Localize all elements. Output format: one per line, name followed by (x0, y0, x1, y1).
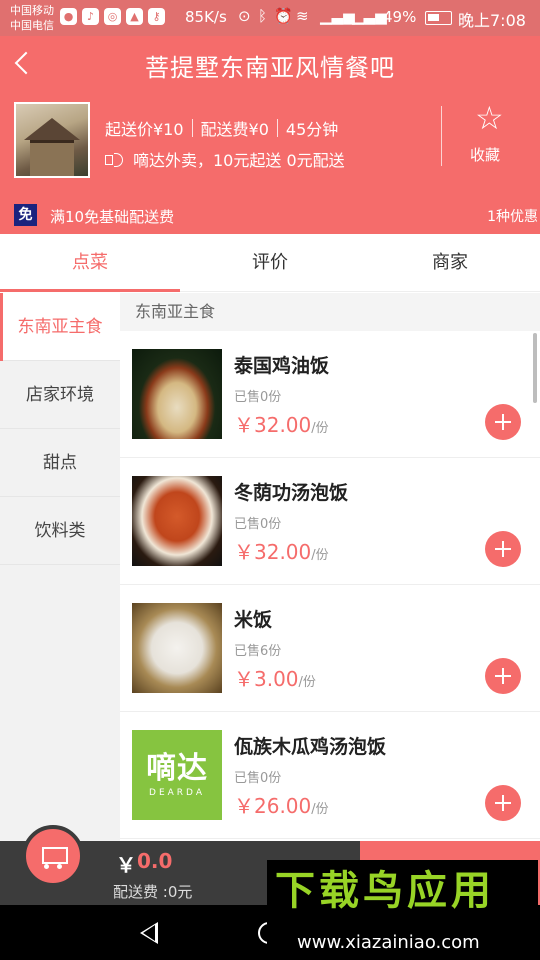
watermark-url: www.xiazainiao.com (297, 932, 480, 953)
tab-bar: 点菜 评价 商家 (0, 234, 540, 292)
delivery-fee: 配送费¥0 (200, 120, 269, 139)
notification-icons: ● ♪ ◎ ▲ ⚷ (60, 8, 165, 25)
cart-total: 0.0 (137, 849, 173, 873)
food-price: ￥32.00/份 (234, 409, 329, 438)
favorite-button[interactable]: 收藏 (470, 144, 500, 165)
speaker-icon (105, 150, 127, 168)
add-to-cart-button[interactable] (485, 531, 521, 567)
carrier-1: 中国移动 (10, 4, 54, 17)
food-image-logo[interactable]: 嘀达 DEARDA (132, 730, 222, 820)
food-name: 佤族木瓜鸡汤泡饭 (234, 736, 387, 758)
logo-text: 嘀达 (146, 751, 208, 786)
food-sold: 已售0份 (234, 517, 282, 532)
tiktok-icon: ♪ (82, 8, 99, 25)
nav-back-icon[interactable] (140, 922, 158, 944)
signal-2-icon: ▁▃▅ (352, 7, 387, 25)
food-item[interactable]: 冬荫功汤泡饭 已售0份 ￥32.00/份 (120, 458, 540, 585)
logo-subtext: DEARDA (149, 788, 205, 798)
camera-icon: ◎ (104, 8, 121, 25)
bluetooth-icon: ᛒ (258, 7, 268, 25)
message-icon: ● (60, 8, 77, 25)
category-item[interactable]: 店家环境 (0, 361, 120, 429)
section-title: 东南亚主食 (120, 293, 540, 331)
food-sold: 已售0份 (234, 771, 282, 786)
battery-icon (425, 11, 452, 25)
food-name: 米饭 (234, 609, 273, 631)
price-unit: /份 (298, 675, 316, 690)
divider (191, 119, 193, 137)
scrollbar[interactable] (533, 333, 537, 403)
star-icon[interactable]: ☆ (475, 102, 504, 134)
carrier-2: 中国电信 (10, 19, 54, 32)
price-unit: /份 (311, 548, 329, 563)
category-sidebar: 东南亚主食 店家环境 甜点 饮料类 (0, 293, 120, 841)
divider (441, 106, 442, 166)
watermark: 下载鸟应用 www.xiazainiao.com (267, 860, 538, 958)
price-unit: /份 (311, 421, 329, 436)
food-name: 冬荫功汤泡饭 (234, 482, 349, 504)
network-speed: 85K/s (185, 8, 227, 26)
carrier-info: 中国移动 中国电信 (10, 3, 54, 33)
food-image[interactable] (132, 476, 222, 566)
map-icon: ▲ (126, 8, 143, 25)
location-icon: ⊙ (238, 7, 251, 25)
tab-reviews[interactable]: 评价 (180, 234, 360, 292)
price-value: ￥32.00 (234, 540, 312, 564)
add-to-cart-button[interactable] (485, 404, 521, 440)
status-bar: 中国移动 中国电信 ● ♪ ◎ ▲ ⚷ 85K/s ⊙ ᛒ ⏰ ≋ ▁▃▅ ▁▃… (0, 0, 540, 36)
announcement-text: 嘀达外卖，10元起送 0元配送 (133, 151, 345, 170)
price-unit: /份 (311, 802, 329, 817)
price-value: ￥26.00 (234, 794, 312, 818)
food-name: 泰国鸡油饭 (234, 355, 330, 377)
currency-symbol: ￥ (116, 853, 136, 877)
announcement: 嘀达外卖，10元起送 0元配送 (105, 147, 345, 171)
active-tab-indicator (0, 289, 180, 292)
price-value: ￥32.00 (234, 413, 312, 437)
food-price: ￥3.00/份 (234, 663, 316, 692)
food-item[interactable]: 泰国鸡油饭 已售0份 ￥32.00/份 (120, 331, 540, 458)
cart-button[interactable] (22, 825, 84, 887)
food-sold: 已售6份 (234, 644, 282, 659)
food-price: ￥32.00/份 (234, 536, 329, 565)
category-item[interactable]: 饮料类 (0, 497, 120, 565)
price-value: ￥3.00 (234, 667, 299, 691)
battery-percent: 49% (383, 8, 417, 26)
min-order: 起送价¥10 (105, 120, 184, 139)
divider (276, 119, 278, 137)
key-icon: ⚷ (148, 8, 165, 25)
tab-merchant[interactable]: 商家 (360, 234, 540, 292)
shop-header: 菩提墅东南亚风情餐吧 起送价¥10 配送费¥0 45分钟 嘀达外卖，10元起送 … (0, 36, 540, 234)
food-item[interactable]: 米饭 已售6份 ￥3.00/份 (120, 585, 540, 712)
watermark-title: 下载鸟应用 (275, 868, 495, 914)
food-image[interactable] (132, 349, 222, 439)
cart-delivery-fee: 配送费 :0元 (113, 883, 193, 901)
food-item[interactable]: 嘀达 DEARDA 佤族木瓜鸡汤泡饭 已售0份 ￥26.00/份 (120, 712, 540, 839)
food-list: 东南亚主食 泰国鸡油饭 已售0份 ￥32.00/份 冬荫功汤泡饭 已售0份 ￥3… (120, 293, 540, 841)
shop-title: 菩提墅东南亚风情餐吧 (145, 54, 395, 82)
tab-menu[interactable]: 点菜 (0, 234, 180, 292)
delivery-info: 起送价¥10 配送费¥0 45分钟 (105, 116, 338, 140)
promo-count-link[interactable]: 1种优惠 (487, 206, 538, 226)
add-to-cart-button[interactable] (485, 658, 521, 694)
food-image[interactable] (132, 603, 222, 693)
category-item[interactable]: 东南亚主食 (0, 293, 120, 361)
add-to-cart-button[interactable] (485, 785, 521, 821)
cart-icon (38, 842, 68, 872)
signal-icon: ▁▃▅ (320, 7, 355, 25)
food-price: ￥26.00/份 (234, 790, 329, 819)
clock: 晚上7:08 (458, 11, 526, 30)
delivery-time: 45分钟 (285, 120, 339, 139)
free-delivery-badge: 免 (14, 204, 37, 226)
promo-text: 满10免基础配送费 (50, 208, 175, 226)
wifi-icon: ≋ (296, 7, 309, 25)
food-sold: 已售0份 (234, 390, 282, 405)
alarm-icon: ⏰ (274, 7, 293, 25)
category-item[interactable]: 甜点 (0, 429, 120, 497)
shop-photo[interactable] (14, 102, 90, 178)
